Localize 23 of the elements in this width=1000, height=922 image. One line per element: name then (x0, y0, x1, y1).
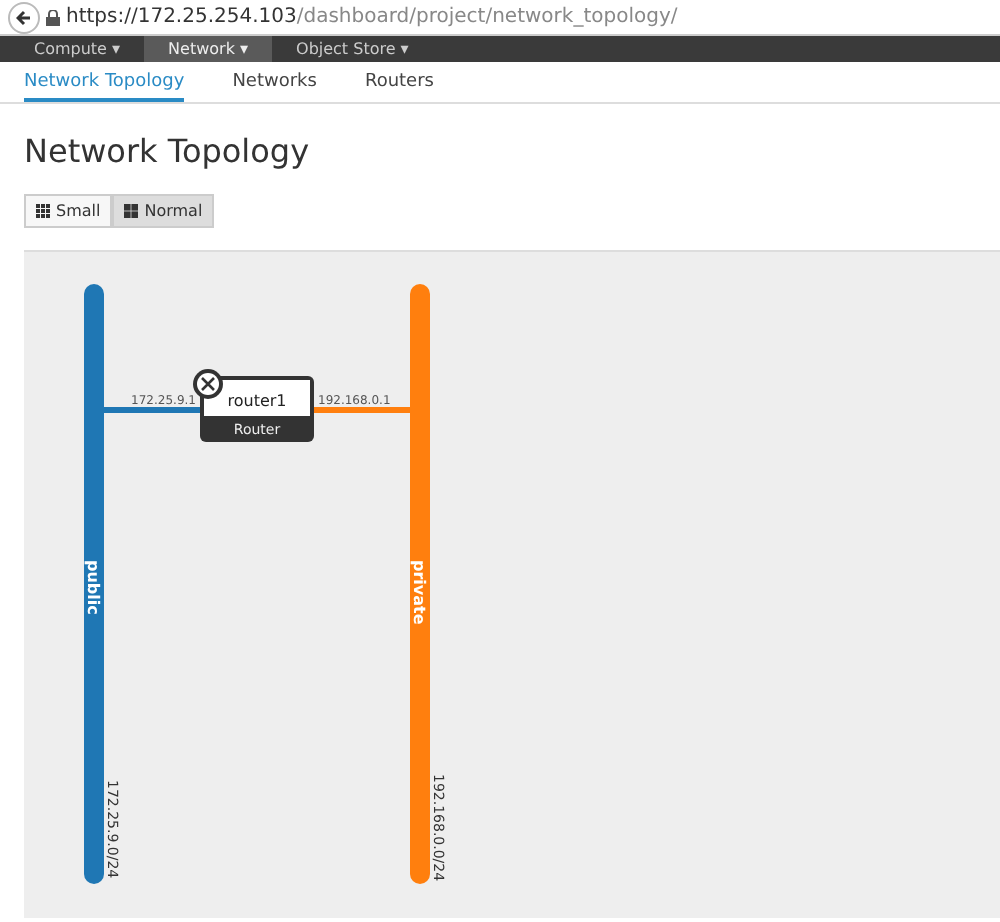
tab[interactable]: Routers (364, 62, 434, 102)
large-grid-icon (124, 204, 139, 218)
link-line (104, 407, 200, 413)
small-grid-icon (36, 204, 50, 218)
router-icon (193, 369, 223, 399)
tab[interactable]: Networks (232, 62, 317, 102)
router-node[interactable] (200, 376, 314, 442)
page-title: Network Topology (24, 132, 312, 170)
view-size-button[interactable]: Small (24, 194, 113, 228)
back-arrow-icon (16, 9, 32, 25)
view-size-button[interactable]: Normal (112, 194, 215, 228)
nav-menu-item[interactable]: Object Store ▾ (272, 36, 433, 62)
link-line (314, 407, 410, 413)
address-bar[interactable]: https://172.25.254.103/dashboard/project/network_topology/ (66, 6, 678, 28)
network-name: public (84, 560, 102, 615)
network-bar[interactable] (84, 284, 104, 884)
network-name: private (410, 560, 428, 625)
router-name: router1 (227, 392, 287, 410)
nav-menu-item[interactable]: Compute ▾ (10, 36, 145, 62)
tab[interactable]: Network Topology (24, 62, 185, 102)
nav-menu-item[interactable]: Network ▾ (144, 36, 273, 62)
back-button[interactable] (8, 1, 40, 33)
lock-icon (46, 9, 60, 25)
